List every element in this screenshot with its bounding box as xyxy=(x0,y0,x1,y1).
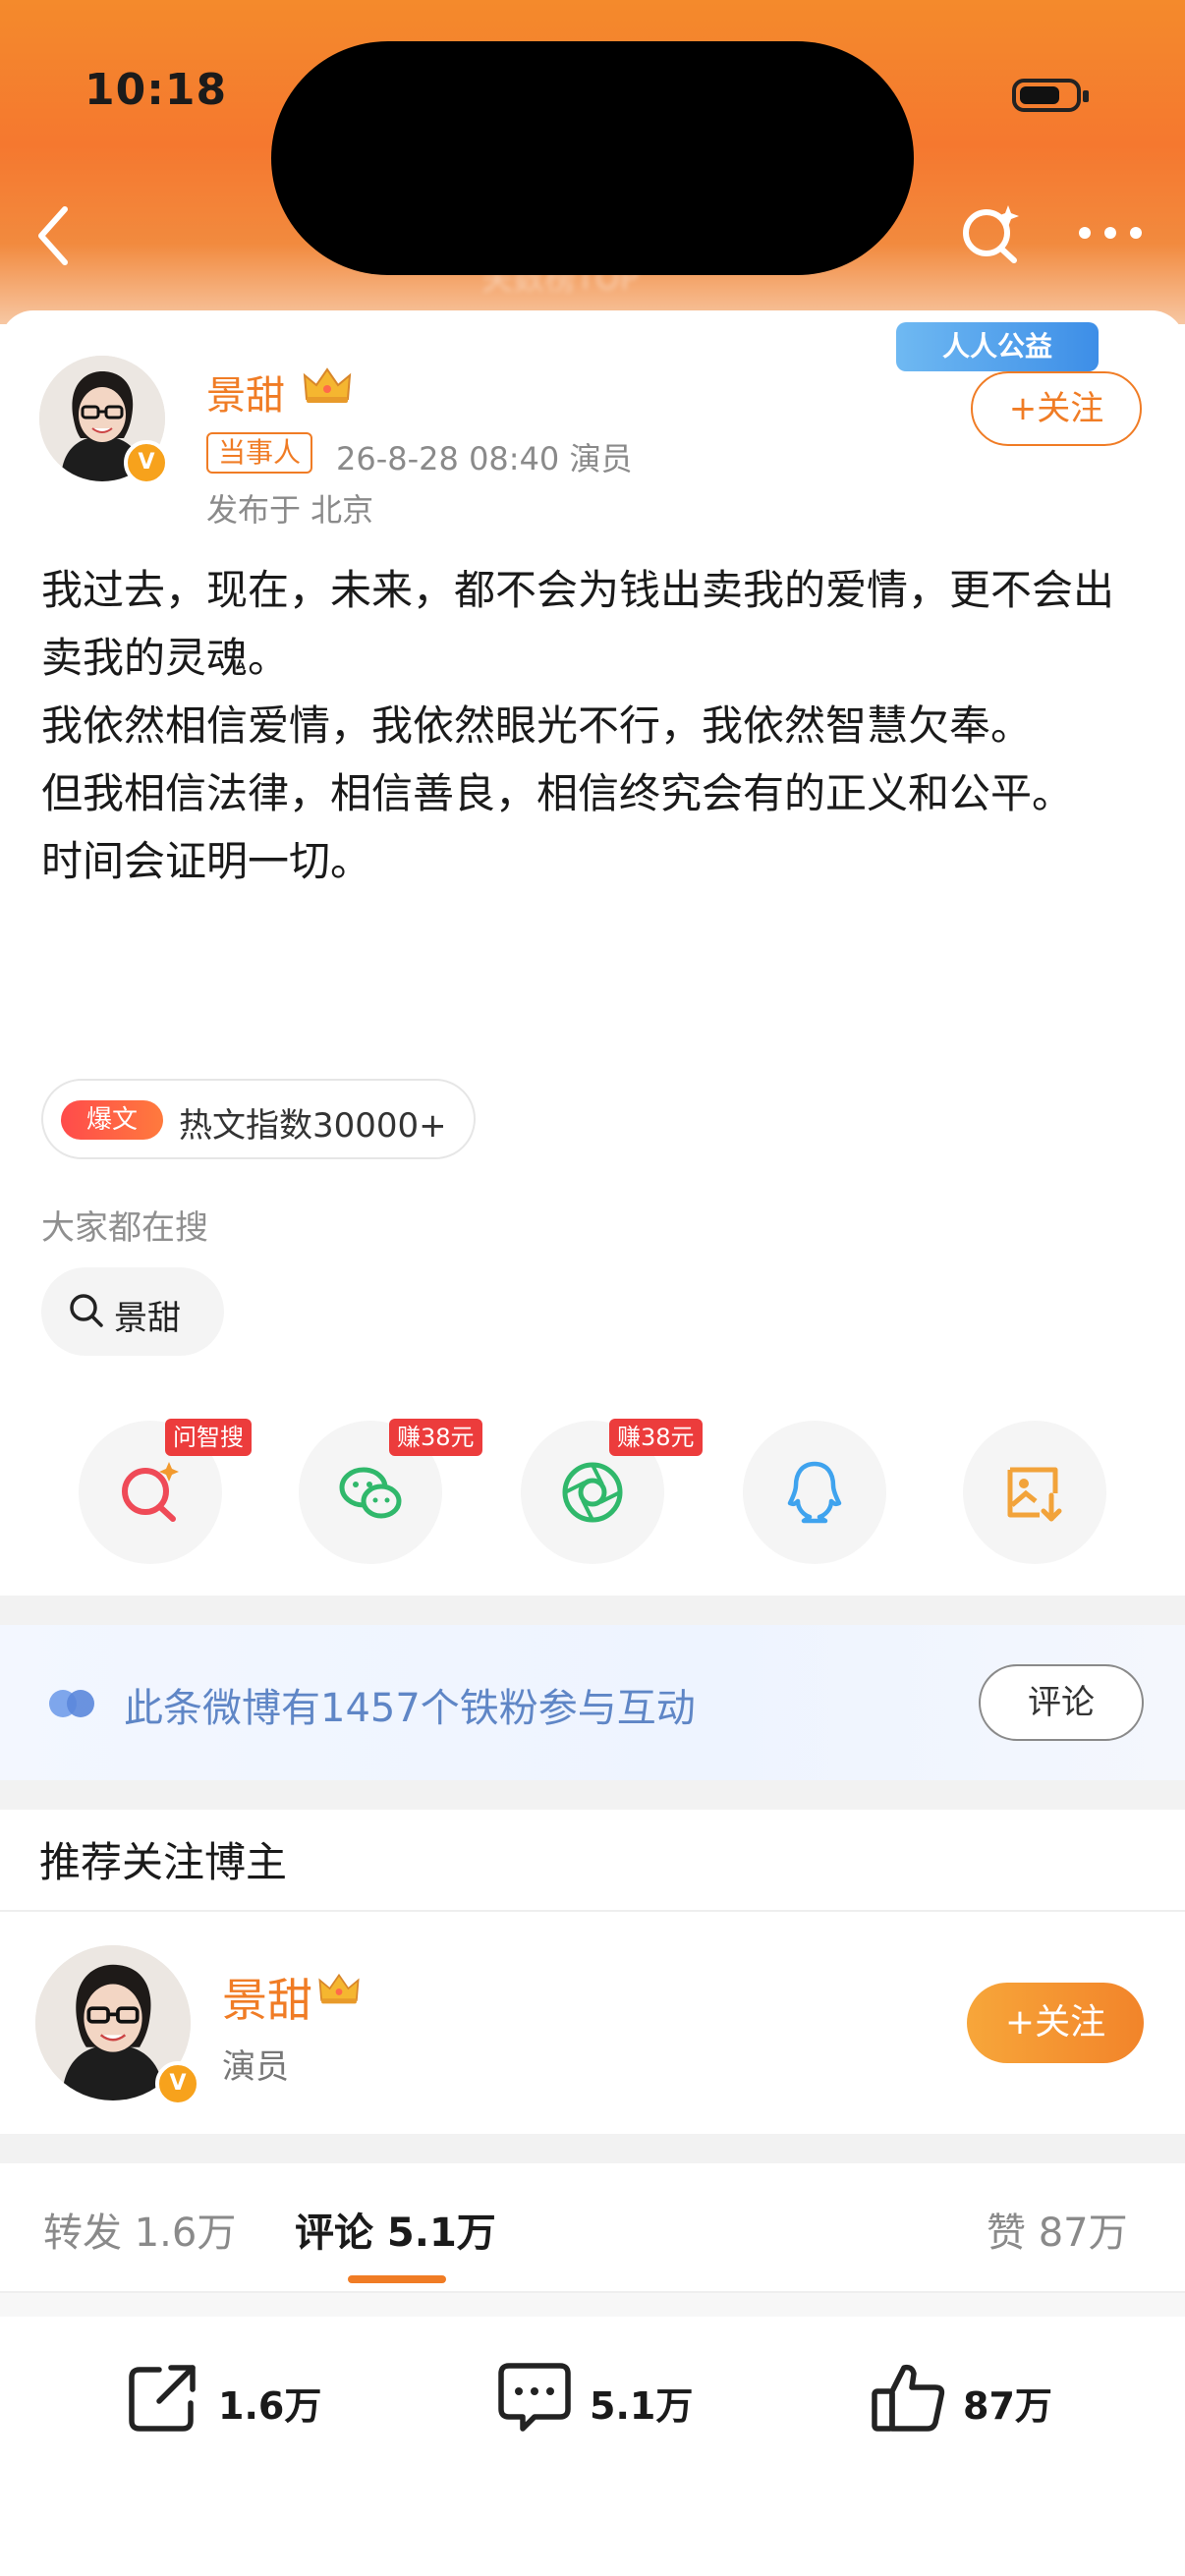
back-button[interactable] xyxy=(29,201,79,270)
follow-recommended-button[interactable]: +关注 xyxy=(967,1983,1144,2063)
thumbs-up-icon xyxy=(872,2364,945,2432)
recommended-name[interactable]: 景甜 xyxy=(222,1965,312,2030)
tab-reposts[interactable]: 转发 1.6万 xyxy=(43,2201,236,2258)
post-paragraph: 我依然相信爱情，我依然眼光不行，我依然智慧欠奉。 xyxy=(41,701,1033,750)
wechat-icon xyxy=(339,1467,402,1519)
tab-likes[interactable]: 赞 87万 xyxy=(987,2201,1128,2258)
hot-index-pill[interactable]: 爆文 热文指数30000+ xyxy=(41,1079,476,1159)
search-icon xyxy=(70,1294,103,1327)
section-divider xyxy=(0,1596,1185,1625)
trending-search-label: 大家都在搜 xyxy=(41,1208,208,1248)
like-action[interactable]: 87万 xyxy=(869,2358,1065,2440)
back-arrow-icon xyxy=(38,206,68,265)
verified-badge-icon: V xyxy=(124,440,169,485)
post-location: 发布于 北京 xyxy=(206,491,374,529)
share-badge: 赚38元 xyxy=(389,1419,482,1456)
ai-search-icon xyxy=(963,205,1019,263)
crown-icon xyxy=(316,1969,362,2012)
section-divider xyxy=(0,2293,1185,2317)
recommend-title: 推荐关注博主 xyxy=(39,1838,288,1886)
post-paragraph: 时间会证明一切。 xyxy=(41,837,372,885)
section-divider xyxy=(0,1780,1185,1810)
follow-button[interactable]: +关注 xyxy=(971,371,1142,446)
comment-icon xyxy=(498,2363,571,2432)
party-tag: 当事人 xyxy=(206,432,313,474)
hot-badge: 爆文 xyxy=(61,1100,163,1140)
share-qq-button[interactable] xyxy=(743,1421,886,1564)
post-paragraph: 我过去，现在，未来，都不会为钱出卖我的爱情，更不会出卖我的灵魂。 xyxy=(41,566,1115,682)
fans-interaction-text[interactable]: 此条微博有1457个铁粉参与互动 xyxy=(124,1676,696,1733)
trending-search-chip[interactable]: 景甜 xyxy=(41,1267,224,1356)
comment-button[interactable]: 评论 xyxy=(979,1664,1144,1741)
qq-icon xyxy=(787,1461,842,1524)
ai-search-button[interactable] xyxy=(959,201,1024,266)
hot-index-text: 热文指数30000+ xyxy=(179,1106,447,1146)
crown-icon xyxy=(301,365,354,409)
fans-icon xyxy=(47,1688,96,1723)
repost-action[interactable]: 1.6万 xyxy=(124,2358,340,2440)
post-datetime-role: 26-8-28 08:40 演员 xyxy=(336,440,633,477)
comment-action[interactable]: 5.1万 xyxy=(495,2358,711,2440)
more-button[interactable] xyxy=(1071,218,1150,248)
ai-search-icon xyxy=(122,1462,179,1522)
comment-count: 5.1万 xyxy=(590,2384,694,2428)
dynamic-island xyxy=(271,41,914,275)
share-badge: 问智搜 xyxy=(165,1419,252,1456)
author-name[interactable]: 景甜 xyxy=(206,364,285,420)
like-count: 87万 xyxy=(963,2384,1052,2428)
search-chip-label: 景甜 xyxy=(114,1299,181,1338)
repost-icon xyxy=(129,2365,196,2432)
tab-comments[interactable]: 评论 5.1万 xyxy=(295,2201,496,2258)
more-icon xyxy=(1079,227,1142,239)
share-save-image-button[interactable] xyxy=(963,1421,1106,1564)
active-tab-indicator xyxy=(348,2275,446,2283)
divider-line xyxy=(0,1910,1185,1912)
recommended-role: 演员 xyxy=(222,2047,289,2087)
post-text: 我过去，现在，未来，都不会为钱出卖我的爱情，更不会出卖我的灵魂。 我依然相信爱情… xyxy=(41,556,1152,895)
charity-badge[interactable]: 人人公益 xyxy=(896,322,1099,371)
share-badge: 赚38元 xyxy=(609,1419,703,1456)
status-time: 10:18 xyxy=(85,65,228,115)
verified-badge-icon: V xyxy=(155,2061,200,2106)
save-image-icon xyxy=(1007,1467,1062,1522)
post-card xyxy=(0,310,1185,1588)
battery-icon xyxy=(1012,79,1089,112)
moments-icon xyxy=(562,1462,623,1523)
section-divider xyxy=(0,2134,1185,2163)
repost-count: 1.6万 xyxy=(218,2384,322,2428)
post-paragraph: 但我相信法律，相信善良，相信终究会有的正义和公平。 xyxy=(41,769,1074,817)
